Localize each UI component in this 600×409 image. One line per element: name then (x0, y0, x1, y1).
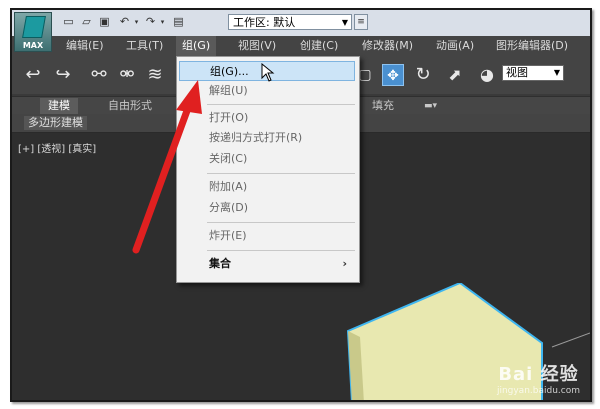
group-menu-dropdown: 组(G)... 解组(U) 打开(O) 按递归方式打开(R) 关闭(C) 附加(… (176, 56, 360, 283)
ribbon-options-icon[interactable]: ▬▾ (416, 98, 445, 114)
menu-edit[interactable]: 编辑(E) (66, 36, 104, 56)
menu-item-close[interactable]: 关闭(C) (179, 149, 355, 169)
menu-item-assembly-label: 集合 (209, 257, 231, 270)
tab-freeform[interactable]: 自由形式 (100, 98, 160, 114)
app-logo-label: MAX (22, 41, 44, 50)
menu-item-open-recursively[interactable]: 按递归方式打开(R) (179, 128, 355, 148)
select-and-scale-icon[interactable]: ⬈ (444, 64, 466, 86)
open-file-icon[interactable]: ▱ (80, 16, 93, 28)
menu-item-explode[interactable]: 炸开(E) (179, 226, 355, 246)
select-and-rotate-icon[interactable]: ↻ (412, 64, 434, 86)
redo-dropdown-icon[interactable]: ▾ (156, 16, 169, 28)
menu-separator (207, 104, 355, 105)
save-icon[interactable]: ▣ (98, 16, 111, 28)
menu-separator (207, 250, 355, 251)
baidu-watermark: Bai 经验 jingyan.baidu.com (497, 360, 580, 396)
new-file-icon[interactable]: ▭ (62, 16, 75, 28)
app-window: MAX ▭ ▱ ▣ ↶ ▾ ↷ ▾ ▤ 工作区: 默认 ▼ ≡ 编辑(E) 工具… (10, 8, 592, 402)
menu-item-assembly[interactable]: 集合 › (179, 254, 355, 274)
undo-icon[interactable]: ↩ (22, 64, 44, 86)
3dsmax-logo-icon (22, 16, 46, 38)
polygon-modeling-panel[interactable]: 多边形建模 (24, 116, 87, 130)
menu-item-open[interactable]: 打开(O) (179, 108, 355, 128)
menu-tools[interactable]: 工具(T) (126, 36, 163, 56)
title-bar: MAX ▭ ▱ ▣ ↶ ▾ ↷ ▾ ▤ 工作区: 默认 ▼ ≡ (12, 10, 590, 52)
redo-icon[interactable]: ↪ (52, 64, 74, 86)
chevron-right-icon: › (342, 257, 347, 270)
undo-dropdown-icon[interactable]: ▾ (130, 16, 143, 28)
mouse-cursor-icon (261, 63, 275, 82)
menu-separator (207, 222, 355, 223)
menu-modifiers[interactable]: 修改器(M) (362, 36, 413, 56)
app-logo-button[interactable]: MAX (14, 12, 52, 52)
project-folder-icon[interactable]: ▤ (172, 16, 185, 28)
menu-item-detach[interactable]: 分离(D) (179, 198, 355, 218)
menu-create[interactable]: 创建(C) (300, 36, 338, 56)
tab-populate[interactable]: 填充 (364, 98, 402, 114)
unlink-icon[interactable]: ⚮ (116, 64, 138, 86)
bind-space-warp-icon[interactable]: ≋ (144, 64, 166, 86)
link-icon[interactable]: ⚯ (88, 64, 110, 86)
menu-views[interactable]: 视图(V) (238, 36, 276, 56)
menu-bar: 编辑(E) 工具(T) 组(G) 视图(V) 创建(C) 修改器(M) 动画(A… (12, 36, 590, 57)
workspace-select-value: 工作区: 默认 (233, 16, 296, 29)
workspace-select[interactable]: 工作区: 默认 ▼ (228, 14, 352, 30)
menu-animation[interactable]: 动画(A) (436, 36, 474, 56)
workspace-menu-button[interactable]: ≡ (354, 14, 368, 30)
baidu-url: jingyan.baidu.com (496, 386, 580, 396)
select-and-move-icon[interactable]: ✥ (382, 64, 404, 86)
reference-coordinate-select[interactable]: 视图 ▼ (502, 65, 564, 81)
tab-modeling[interactable]: 建模 (40, 98, 78, 114)
baidu-logo: Bai 经验 (498, 364, 579, 385)
menu-item-attach[interactable]: 附加(A) (179, 177, 355, 197)
menu-item-ungroup[interactable]: 解组(U) (179, 81, 355, 101)
menu-separator (207, 173, 355, 174)
reference-coordinate-value: 视图 (506, 66, 528, 79)
menu-graph-editors[interactable]: 图形编辑器(D) (496, 36, 568, 56)
chevron-down-icon: ▼ (341, 18, 348, 27)
menu-group[interactable]: 组(G) (176, 36, 217, 56)
reference-coordinate-icon[interactable]: ◕ (476, 64, 498, 86)
chevron-down-icon: ▼ (553, 68, 560, 77)
viewport-label[interactable]: [+] [透视] [真实] (18, 140, 96, 155)
